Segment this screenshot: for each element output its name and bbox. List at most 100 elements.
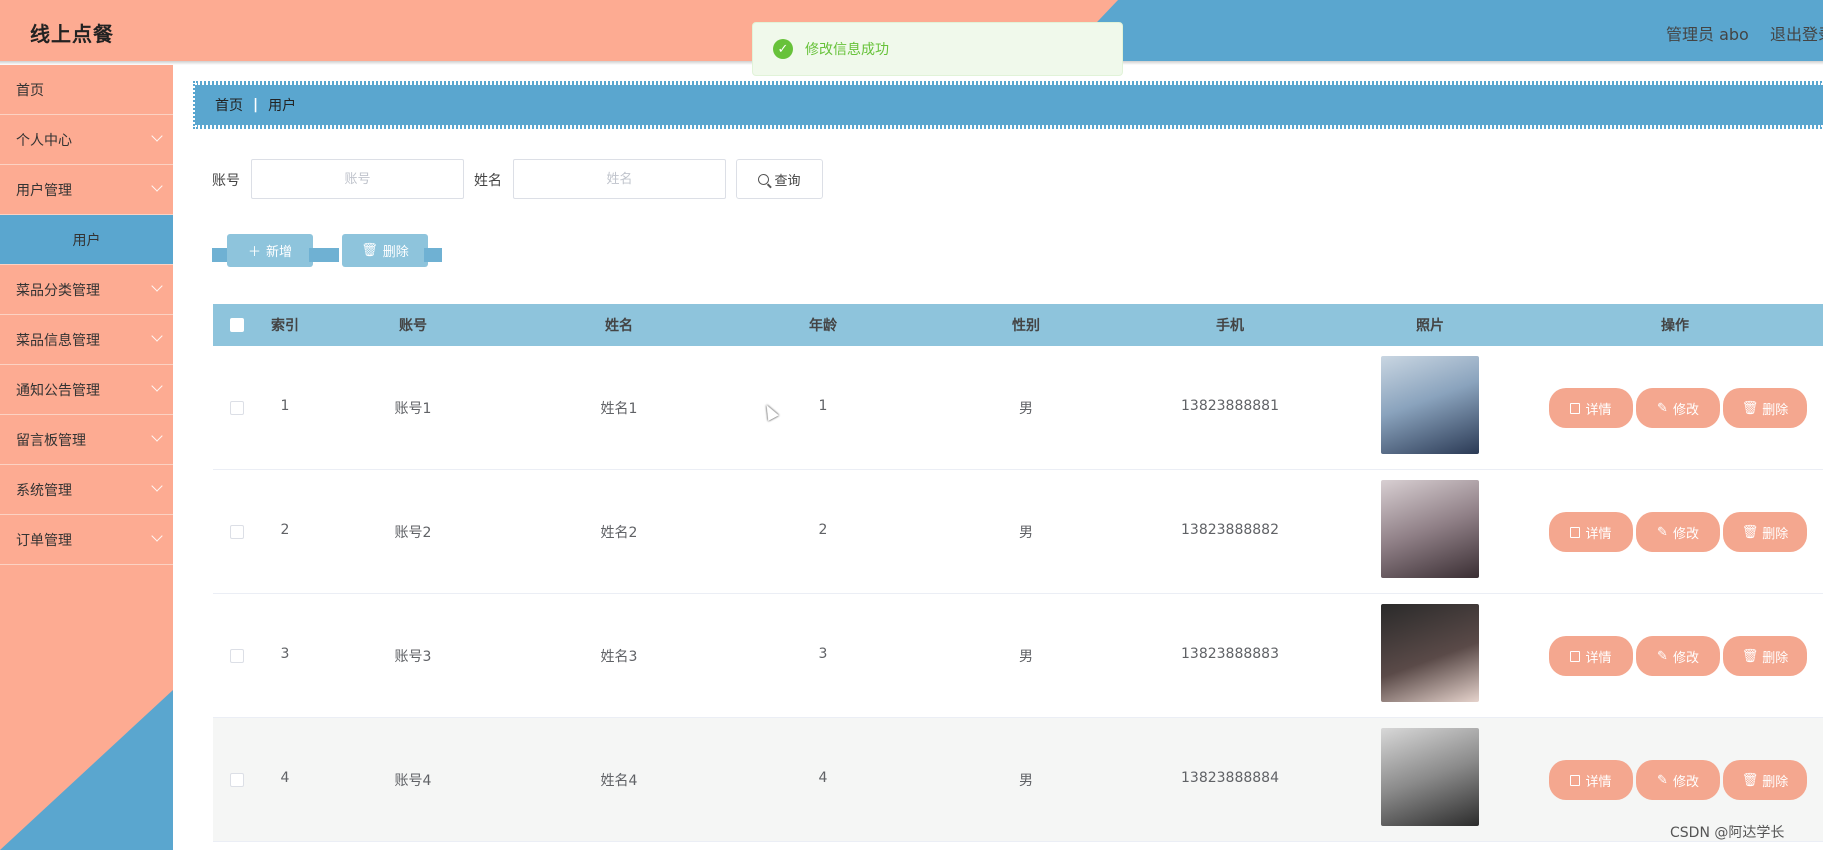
success-toast: ✓ 修改信息成功 bbox=[752, 22, 1123, 76]
table-row: 4 账号4 姓名4 4 男 13823888884 详情 ✎ 修改 🗑 删除 bbox=[213, 718, 1823, 842]
chevron-down-icon bbox=[151, 530, 163, 542]
edit-label: 修改 bbox=[1672, 526, 1699, 542]
chevron-down-icon bbox=[151, 430, 163, 442]
row-delete-button[interactable]: 🗑 删除 bbox=[1726, 639, 1804, 673]
pencil-icon: ✎ bbox=[1657, 772, 1668, 788]
delete-label: 删除 bbox=[1762, 774, 1789, 790]
account-label: 账号 bbox=[212, 173, 240, 189]
ribbon-tail bbox=[424, 248, 442, 262]
cell-account: 账号1 bbox=[394, 401, 432, 417]
cell-account: 账号4 bbox=[394, 773, 432, 789]
sidebar-item-label: 通知公告管理 bbox=[16, 382, 100, 399]
sidebar-item-label: 个人中心 bbox=[16, 132, 72, 149]
sidebar-item-home[interactable]: 首页 bbox=[0, 65, 173, 115]
breadcrumb-home[interactable]: 首页 bbox=[215, 95, 243, 115]
cell-phone: 13823888881 bbox=[1181, 398, 1279, 414]
user-photo[interactable] bbox=[1381, 480, 1479, 578]
cell-name: 姓名3 bbox=[600, 649, 638, 665]
chevron-down-icon bbox=[151, 280, 163, 292]
header-name: 姓名 bbox=[605, 318, 633, 334]
cell-gender: 男 bbox=[1019, 649, 1033, 665]
chevron-down-icon bbox=[151, 180, 163, 192]
cell-index: 3 bbox=[280, 646, 290, 662]
ribbon-tail bbox=[309, 248, 339, 262]
cell-age: 3 bbox=[818, 646, 828, 662]
logout-link[interactable]: 退出登录 bbox=[1770, 21, 1823, 45]
header-age: 年龄 bbox=[809, 318, 837, 334]
edit-button[interactable]: ✎ 修改 bbox=[1639, 763, 1717, 797]
header-gender: 性别 bbox=[1012, 318, 1040, 334]
add-button[interactable]: ＋ 新增 bbox=[227, 234, 313, 267]
row-delete-button[interactable]: 🗑 删除 bbox=[1726, 763, 1804, 797]
cell-phone: 13823888883 bbox=[1181, 646, 1279, 662]
header-photo: 照片 bbox=[1416, 318, 1444, 334]
sidebar: 首页 个人中心 用户管理 用户 菜品分类管理 菜品信息管理 通知公告管理 留言板… bbox=[0, 65, 173, 850]
user-photo[interactable] bbox=[1381, 604, 1479, 702]
row-checkbox[interactable] bbox=[230, 401, 244, 415]
edit-label: 修改 bbox=[1672, 650, 1699, 666]
pencil-icon: ✎ bbox=[1657, 648, 1668, 664]
detail-button[interactable]: 详情 bbox=[1552, 391, 1630, 425]
search-button[interactable]: 查询 bbox=[736, 159, 823, 199]
cell-account: 账号3 bbox=[394, 649, 432, 665]
pencil-icon: ✎ bbox=[1657, 524, 1668, 540]
sidebar-item-users[interactable]: 用户 bbox=[0, 215, 173, 265]
name-search-input[interactable] bbox=[513, 159, 726, 199]
select-all-checkbox[interactable] bbox=[230, 318, 244, 332]
chevron-down-icon bbox=[151, 480, 163, 492]
header-actions: 操作 bbox=[1661, 318, 1689, 334]
edit-label: 修改 bbox=[1672, 774, 1699, 790]
cell-index: 4 bbox=[280, 770, 290, 786]
row-checkbox[interactable] bbox=[230, 773, 244, 787]
row-delete-button[interactable]: 🗑 删除 bbox=[1726, 515, 1804, 549]
sidebar-item-label: 用户管理 bbox=[16, 182, 72, 199]
table-row: 1 账号1 姓名1 1 男 13823888881 详情 ✎ 修改 🗑 删除 bbox=[213, 346, 1823, 470]
edit-button[interactable]: ✎ 修改 bbox=[1639, 391, 1717, 425]
row-checkbox[interactable] bbox=[230, 649, 244, 663]
cell-gender: 男 bbox=[1019, 401, 1033, 417]
cell-gender: 男 bbox=[1019, 773, 1033, 789]
search-button-label: 查询 bbox=[774, 173, 801, 189]
sidebar-item-orders[interactable]: 订单管理 bbox=[0, 515, 173, 565]
detail-button[interactable]: 详情 bbox=[1552, 763, 1630, 797]
row-delete-button[interactable]: 🗑 删除 bbox=[1726, 391, 1804, 425]
cell-name: 姓名1 bbox=[600, 401, 638, 417]
sidebar-item-notice[interactable]: 通知公告管理 bbox=[0, 365, 173, 415]
detail-label: 详情 bbox=[1585, 526, 1612, 542]
sidebar-item-label: 菜品分类管理 bbox=[16, 282, 100, 299]
cell-phone: 13823888882 bbox=[1181, 522, 1279, 538]
table-header: 索引 账号 姓名 年龄 性别 手机 照片 操作 bbox=[213, 304, 1823, 346]
cell-name: 姓名4 bbox=[600, 773, 638, 789]
sidebar-item-dish-info[interactable]: 菜品信息管理 bbox=[0, 315, 173, 365]
header-index: 索引 bbox=[271, 318, 299, 334]
user-photo[interactable] bbox=[1381, 356, 1479, 454]
account-search-input[interactable] bbox=[251, 159, 464, 199]
cell-phone: 13823888884 bbox=[1181, 770, 1279, 786]
row-checkbox[interactable] bbox=[230, 525, 244, 539]
trash-icon: 🗑 bbox=[1741, 648, 1759, 664]
detail-button[interactable]: 详情 bbox=[1552, 639, 1630, 673]
trash-icon: 🗑 bbox=[1741, 524, 1759, 540]
table-row: 3 账号3 姓名3 3 男 13823888883 详情 ✎ 修改 🗑 删除 bbox=[213, 594, 1823, 718]
sidebar-item-system[interactable]: 系统管理 bbox=[0, 465, 173, 515]
sidebar-item-dish-category[interactable]: 菜品分类管理 bbox=[0, 265, 173, 315]
edit-button[interactable]: ✎ 修改 bbox=[1639, 639, 1717, 673]
trash-icon: 🗑 bbox=[361, 243, 378, 258]
cell-age: 2 bbox=[818, 522, 828, 538]
sidebar-item-message-board[interactable]: 留言板管理 bbox=[0, 415, 173, 465]
watermark: CSDN @阿达学长 bbox=[1670, 825, 1785, 841]
sidebar-item-label: 留言板管理 bbox=[16, 432, 86, 449]
header-phone: 手机 bbox=[1216, 318, 1244, 334]
cell-name: 姓名2 bbox=[600, 525, 638, 541]
batch-delete-button[interactable]: 🗑 删除 bbox=[342, 234, 428, 267]
user-photo[interactable] bbox=[1381, 728, 1479, 826]
sidebar-item-personal-center[interactable]: 个人中心 bbox=[0, 115, 173, 165]
cell-gender: 男 bbox=[1019, 525, 1033, 541]
pencil-icon: ✎ bbox=[1657, 400, 1668, 416]
sidebar-item-user-management[interactable]: 用户管理 bbox=[0, 165, 173, 215]
document-icon bbox=[1570, 526, 1581, 538]
admin-label: 管理员 abo bbox=[1666, 25, 1749, 44]
detail-button[interactable]: 详情 bbox=[1552, 515, 1630, 549]
edit-button[interactable]: ✎ 修改 bbox=[1639, 515, 1717, 549]
chevron-down-icon bbox=[151, 380, 163, 392]
